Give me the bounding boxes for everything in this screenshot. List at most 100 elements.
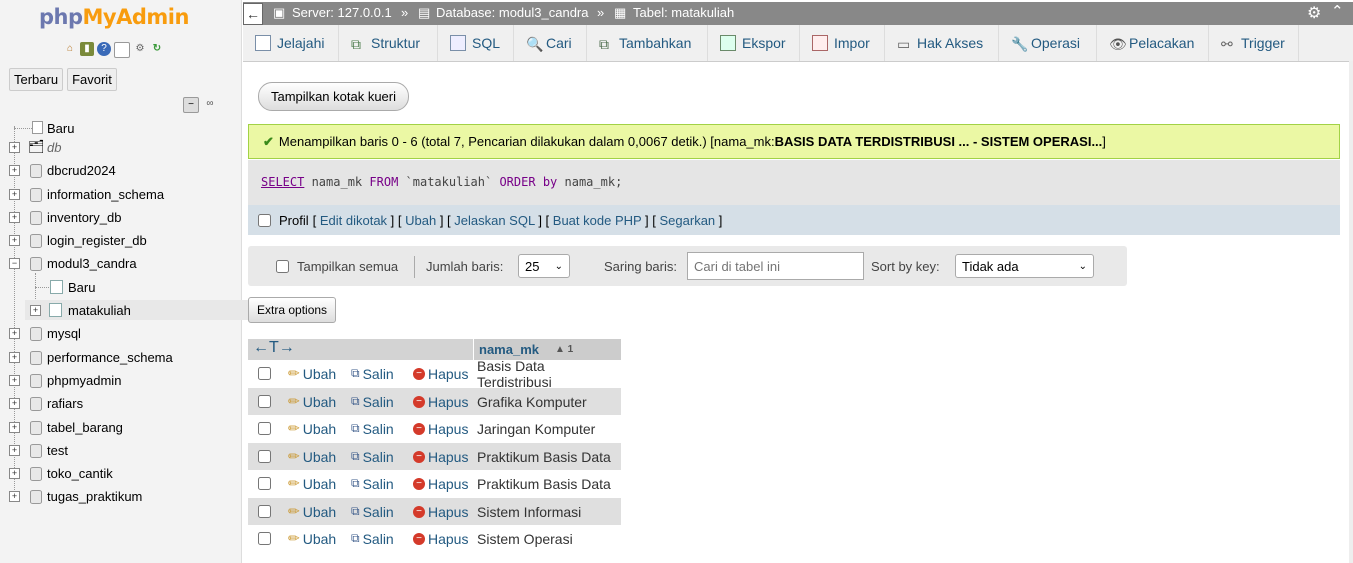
row-checkbox[interactable]: [258, 367, 271, 380]
table-row[interactable]: ✏ Ubah ⧉ Salin − Hapus Jaringan Komputer: [248, 415, 621, 442]
expand-icon[interactable]: +: [9, 235, 20, 246]
tab-insert[interactable]: ⧉ Tambahkan: [587, 25, 708, 61]
expand-icon[interactable]: +: [9, 422, 20, 433]
expand-icon[interactable]: +: [9, 189, 20, 200]
copy-row-link[interactable]: ⧉ Salin: [351, 498, 394, 525]
copy-row-link[interactable]: ⧉ Salin: [351, 360, 394, 387]
tab-triggers[interactable]: ⚯ Trigger: [1209, 25, 1299, 61]
edit-row-link[interactable]: ✏ Ubah: [288, 498, 336, 525]
expand-icon[interactable]: +: [9, 328, 20, 339]
table-row[interactable]: ✏ Ubah ⧉ Salin − Hapus Praktikum Basis Data: [248, 443, 621, 470]
edit-row-link[interactable]: ✏ Ubah: [288, 525, 336, 552]
expand-icon[interactable]: +: [9, 491, 20, 502]
settings-gear-icon[interactable]: ⚙: [133, 42, 147, 56]
delete-row-link[interactable]: − Hapus: [413, 470, 468, 497]
delete-row-link[interactable]: − Hapus: [413, 525, 468, 552]
show-all-checkbox[interactable]: [276, 259, 289, 273]
cell-nama-mk[interactable]: Grafika Komputer: [477, 388, 587, 415]
edit-row-link[interactable]: ✏ Ubah: [288, 415, 336, 442]
row-checkbox[interactable]: [258, 477, 271, 490]
table-row[interactable]: ✏ Ubah ⧉ Salin − Hapus Sistem Operasi: [248, 525, 621, 552]
cell-nama-mk[interactable]: Praktikum Basis Data: [477, 443, 611, 470]
expand-icon[interactable]: +: [9, 165, 20, 176]
cell-nama-mk[interactable]: Praktikum Basis Data: [477, 470, 611, 497]
row-checkbox[interactable]: [258, 450, 271, 463]
tab-tracking[interactable]: 👁 Pelacakan: [1097, 25, 1209, 61]
sort-by-key-select[interactable]: Tidak ada ⌄: [955, 254, 1094, 278]
table-row[interactable]: ✏ Ubah ⧉ Salin − Hapus Grafika Komputer: [248, 388, 621, 415]
edit-row-link[interactable]: ✏ Ubah: [288, 470, 336, 497]
create-php-code-link[interactable]: Buat kode PHP: [553, 213, 642, 228]
delete-row-link[interactable]: − Hapus: [413, 498, 468, 525]
row-checkbox[interactable]: [258, 395, 271, 408]
expand-icon[interactable]: +: [9, 212, 20, 223]
table-row[interactable]: ✏ Ubah ⧉ Salin − Hapus Praktikum Basis Data: [248, 470, 621, 497]
favorites-tab[interactable]: Favorit: [67, 68, 117, 91]
tab-operations[interactable]: 🔧 Operasi: [999, 25, 1097, 61]
refresh-link[interactable]: Segarkan: [660, 213, 716, 228]
settings-gear-icon[interactable]: ⚙: [1307, 3, 1321, 23]
back-arrow-icon[interactable]: ←: [243, 3, 263, 25]
tab-sql[interactable]: SQL: [438, 25, 514, 61]
collapse-all-icon[interactable]: −: [183, 97, 199, 113]
copy-row-link[interactable]: ⧉ Salin: [351, 470, 394, 497]
breadcrumb-database[interactable]: Database: modul3_candra: [436, 5, 589, 20]
logout-icon[interactable]: ▮: [80, 42, 94, 56]
breadcrumb-server[interactable]: Server: 127.0.0.1: [292, 5, 392, 20]
cell-nama-mk[interactable]: Sistem Operasi: [477, 525, 573, 552]
delete-row-link[interactable]: − Hapus: [413, 443, 468, 470]
reload-icon[interactable]: ↻: [150, 42, 164, 56]
show-query-box-button[interactable]: Tampilkan kotak kueri: [258, 82, 409, 111]
edit-row-link[interactable]: ✏ Ubah: [288, 388, 336, 415]
sql-select-keyword[interactable]: SELECT: [261, 175, 304, 189]
delete-row-link[interactable]: − Hapus: [413, 360, 468, 387]
tab-import[interactable]: Impor: [800, 25, 885, 61]
expand-icon[interactable]: +: [9, 142, 20, 153]
explain-sql-link[interactable]: Jelaskan SQL: [454, 213, 534, 228]
expand-icon[interactable]: +: [9, 352, 20, 363]
expand-icon[interactable]: +: [9, 375, 20, 386]
copy-row-link[interactable]: ⧉ Salin: [351, 388, 394, 415]
phpmyadmin-logo[interactable]: phpMyAdmin: [39, 5, 189, 29]
breadcrumb-table[interactable]: Tabel: matakuliah: [633, 5, 734, 20]
edit-row-link[interactable]: ✏ Ubah: [288, 360, 336, 387]
row-checkbox[interactable]: [258, 505, 271, 518]
column-resize-arrows-icon[interactable]: ←T→: [253, 339, 295, 357]
row-checkbox[interactable]: [258, 532, 271, 545]
delete-row-link[interactable]: − Hapus: [413, 388, 468, 415]
cell-nama-mk[interactable]: Sistem Informasi: [477, 498, 581, 525]
link-icon[interactable]: ∞: [203, 97, 217, 111]
page-scrollbar[interactable]: [1349, 61, 1353, 563]
recent-tab[interactable]: Terbaru: [9, 68, 64, 91]
tab-privileges[interactable]: ▭ Hak Akses: [885, 25, 999, 61]
edit-inline-link[interactable]: Edit dikotak: [320, 213, 387, 228]
home-icon[interactable]: ⌂: [63, 42, 77, 56]
expand-icon[interactable]: +: [9, 398, 20, 409]
filter-rows-input[interactable]: [687, 252, 864, 280]
expand-icon[interactable]: +: [30, 305, 41, 316]
row-checkbox[interactable]: [258, 422, 271, 435]
copy-row-link[interactable]: ⧉ Salin: [351, 415, 394, 442]
rows-per-page-select[interactable]: 25 ⌄: [518, 254, 570, 278]
help-icon[interactable]: ?: [97, 42, 111, 56]
collapse-icon[interactable]: −: [9, 258, 20, 269]
edit-link[interactable]: Ubah: [405, 213, 436, 228]
table-row[interactable]: ✏ Ubah ⧉ Salin − Hapus Basis Data Terdistribus…: [248, 358, 621, 390]
tab-browse[interactable]: Jelajahi: [243, 25, 339, 61]
copy-row-link[interactable]: ⧉ Salin: [351, 525, 394, 552]
tab-structure[interactable]: ⧉ Struktur: [339, 25, 438, 61]
delete-row-link[interactable]: − Hapus: [413, 415, 468, 442]
cell-nama-mk[interactable]: Jaringan Komputer: [477, 415, 595, 442]
table-row[interactable]: ✏ Ubah ⧉ Salin − Hapus Sistem Informasi: [248, 498, 621, 525]
expand-icon[interactable]: +: [9, 468, 20, 479]
cell-nama-mk[interactable]: Basis Data Terdistribusi: [477, 358, 621, 390]
collapse-chevron-icon[interactable]: ⌃: [1331, 2, 1344, 20]
edit-row-link[interactable]: ✏ Ubah: [288, 443, 336, 470]
profile-checkbox[interactable]: [258, 213, 271, 227]
tab-search[interactable]: 🔍 Cari: [514, 25, 587, 61]
copy-row-link[interactable]: ⧉ Salin: [351, 443, 394, 470]
tab-export[interactable]: Ekspor: [708, 25, 800, 61]
docs-icon[interactable]: [114, 42, 130, 58]
expand-icon[interactable]: +: [9, 445, 20, 456]
extra-options-button[interactable]: Extra options: [248, 297, 337, 323]
